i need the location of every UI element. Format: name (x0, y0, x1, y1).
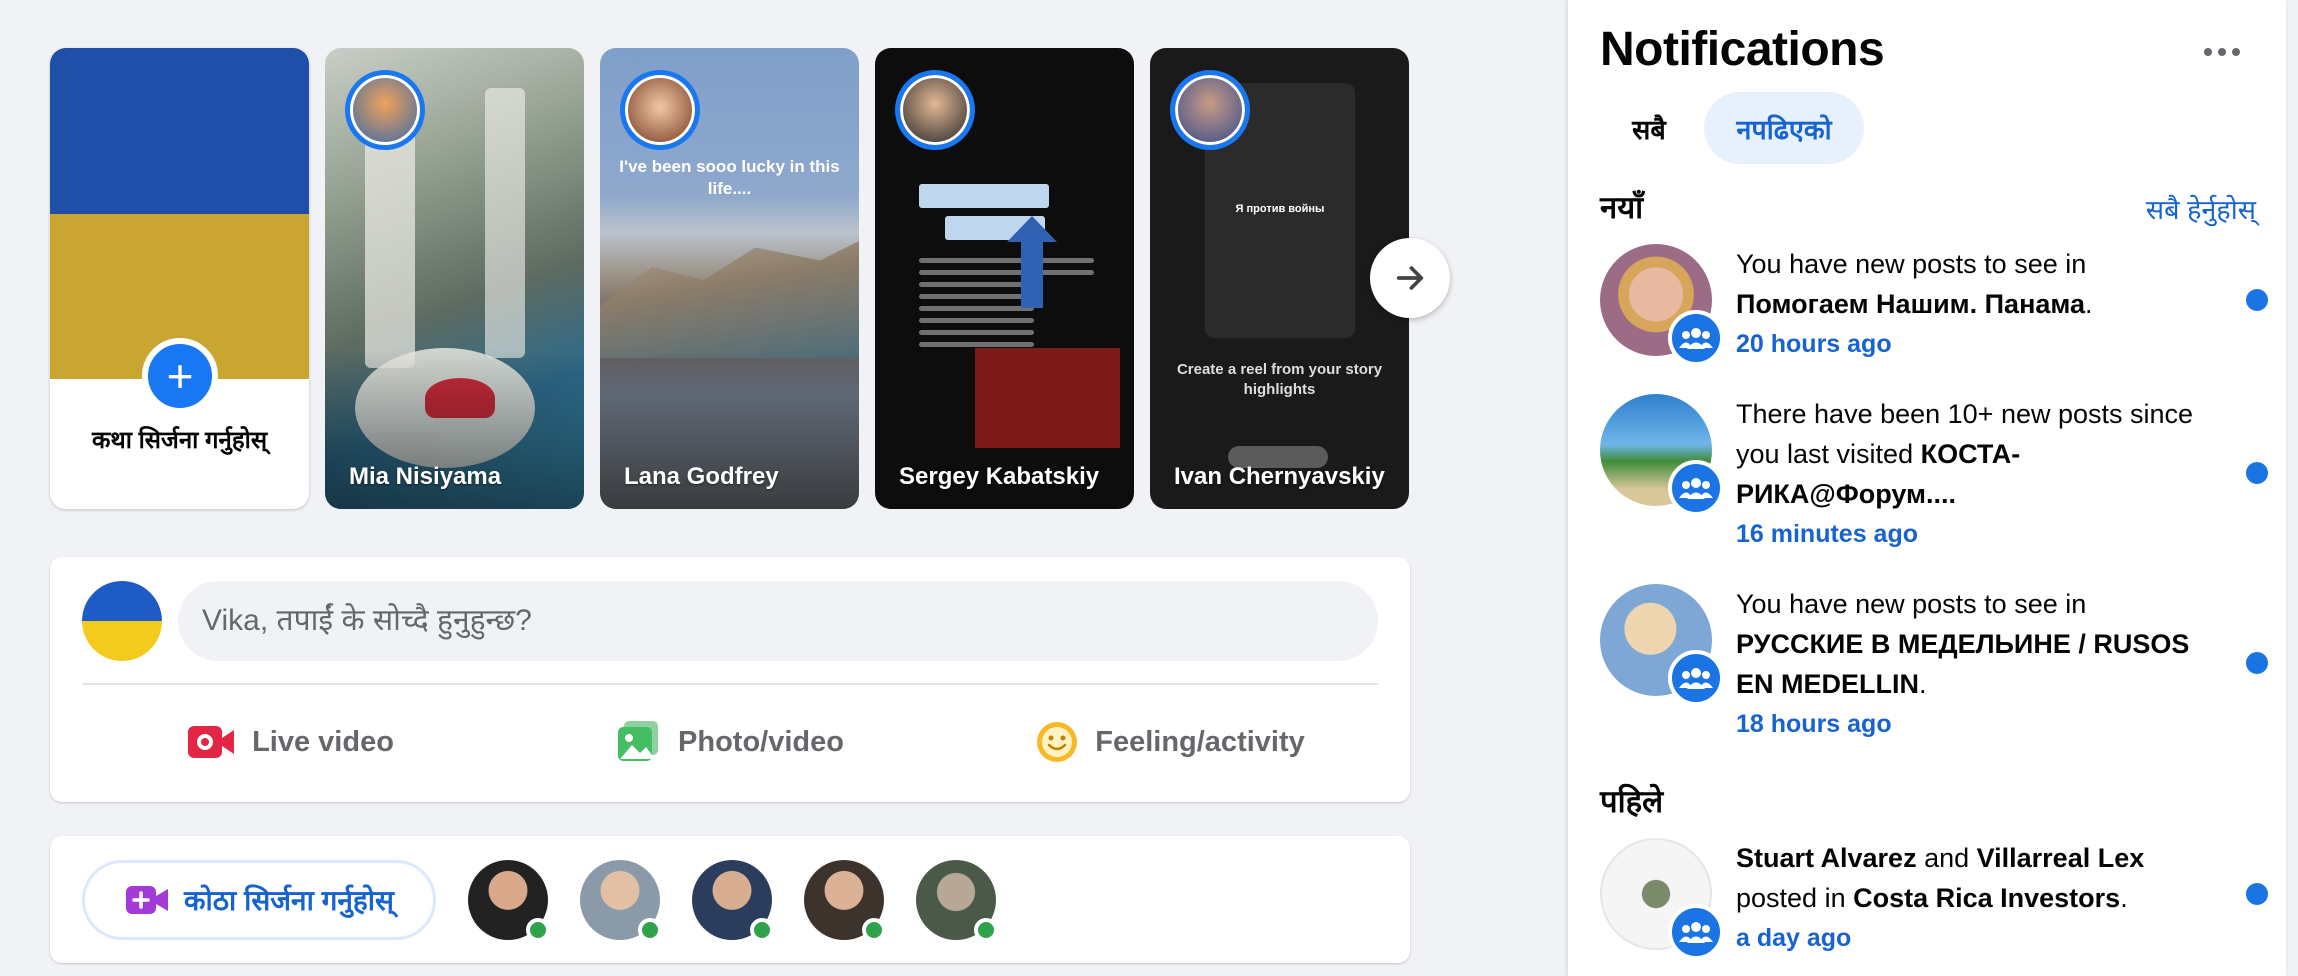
notification-item[interactable]: You have new posts to see in Помогаем На… (1600, 244, 2268, 374)
story-caption: I've been sooo lucky in this life.... (619, 157, 840, 198)
create-room-label: कोठा सिर्जना गर्नुहोस् (184, 885, 394, 916)
contact-avatar[interactable] (580, 860, 662, 942)
group-name: Помогаем Нашим. Панама (1736, 289, 2086, 319)
new-section-heading: नयाँ (1600, 190, 1644, 225)
group-icon (1668, 310, 1724, 366)
avatar[interactable] (82, 581, 162, 661)
notification-text: There have been 10+ new posts since you … (1736, 394, 2206, 554)
story-card[interactable]: I've been sooo lucky in this life.... La… (600, 48, 859, 509)
notification-time: a day ago (1736, 924, 1852, 952)
story-avatar (345, 70, 425, 150)
story-card[interactable]: Sergey Kabatskiy (875, 48, 1134, 509)
photo-video-button[interactable]: Photo/video (510, 697, 950, 787)
notification-item[interactable]: Stuart Alvarez and Villarreal Lex posted… (1600, 838, 2268, 968)
live-video-button[interactable]: Live video (70, 697, 510, 787)
create-room-button[interactable]: कोठा सिर्जना गर्नुहोस् (82, 860, 436, 940)
video-plus-icon (126, 886, 169, 914)
contact-avatar[interactable] (468, 860, 550, 942)
online-indicator (862, 918, 886, 942)
facebook-home: + कथा सिर्जना गर्नुहोस् Mia Nisiyama I'v… (0, 0, 2298, 976)
notification-text: You have new posts to see in РУССКИЕ В М… (1736, 584, 2206, 744)
notification-item[interactable]: There have been 10+ new posts since you … (1600, 394, 2268, 564)
panel-title: Notifications (1600, 23, 1885, 76)
create-story-card[interactable]: + कथा सिर्जना गर्नुहोस् (50, 48, 309, 509)
story-author-name: Lana Godfrey (624, 463, 779, 490)
notification-time: 18 hours ago (1736, 710, 1892, 738)
story-avatar (895, 70, 975, 150)
story-reel-text: Create a reel from your story highlights (1176, 361, 1383, 398)
group-icon (1668, 904, 1724, 960)
tab-all[interactable]: सबै (1594, 92, 1704, 164)
group-name: Costa Rica Investors (1853, 883, 2121, 913)
composer-actions: Live video Photo/video Feeling/activity (70, 697, 1390, 787)
story-avatar (620, 70, 700, 150)
unread-indicator (2246, 462, 2268, 484)
contact-avatar[interactable] (692, 860, 774, 942)
photo-icon (618, 721, 659, 761)
notification-text: Stuart Alvarez and Villarreal Lex posted… (1736, 838, 2206, 958)
more-options-icon[interactable] (2192, 30, 2252, 74)
unread-indicator (2246, 652, 2268, 674)
contact-avatar[interactable] (916, 860, 998, 942)
notifications-panel: Notifications सबै नपढिएको नयाँ सबै हेर्न… (1568, 0, 2286, 976)
story-author-name: Sergey Kabatskiy (899, 463, 1100, 490)
ukraine-flag-cover (50, 48, 309, 379)
create-story-label: कथा सिर्जना गर्नुहोस् (91, 427, 268, 454)
feeling-activity-label: Feeling/activity (1095, 725, 1305, 758)
story-author-name: Mia Nisiyama (349, 463, 502, 490)
live-video-icon (188, 726, 235, 758)
live-video-label: Live video (252, 725, 394, 758)
online-indicator (974, 918, 998, 942)
group-name: РУССКИЕ В МЕДЕЛЬИНЕ / RUSOS EN MEDELLIN (1736, 629, 2190, 699)
notification-time: 20 hours ago (1736, 330, 1892, 358)
next-stories-button[interactable] (1370, 238, 1450, 318)
plus-icon[interactable]: + (142, 338, 218, 414)
arrow-right-icon (1396, 266, 1424, 290)
story-author-name: Ivan Chernyavskiy (1174, 463, 1385, 490)
group-icon (1668, 650, 1724, 706)
story-phone-text: Я против войны (1235, 203, 1325, 215)
rooms-bar: कोठा सिर्जना गर्नुहोस् (50, 836, 1410, 963)
group-icon (1668, 460, 1724, 516)
online-indicator (638, 918, 662, 942)
notification-time: 16 minutes ago (1736, 520, 1918, 548)
contact-avatar[interactable] (804, 860, 886, 942)
see-all-link[interactable]: सबै हेर्नुहोस् (2146, 190, 2256, 227)
smiley-icon (1037, 722, 1078, 762)
whats-on-your-mind-input[interactable]: Vika, तपाईं के सोच्दै हुनुहुन्छ? (178, 581, 1378, 661)
divider (82, 683, 1378, 685)
post-composer: Vika, तपाईं के सोच्दै हुनुहुन्छ? Live vi… (50, 557, 1410, 802)
story-card[interactable]: Mia Nisiyama (325, 48, 584, 509)
photo-video-label: Photo/video (678, 725, 844, 758)
story-avatar (1170, 70, 1250, 150)
stories-strip: + कथा सिर्जना गर्नुहोस् Mia Nisiyama I'v… (50, 48, 1450, 509)
online-indicator (526, 918, 550, 942)
tab-unread[interactable]: नपढिएको (1704, 92, 1864, 164)
unread-indicator (2246, 289, 2268, 311)
unread-indicator (2246, 883, 2268, 905)
notification-item[interactable]: You have new posts to see in РУССКИЕ В М… (1600, 584, 2268, 754)
feeling-activity-button[interactable]: Feeling/activity (950, 697, 1390, 787)
notification-text: You have new posts to see in Помогаем На… (1736, 244, 2206, 364)
earlier-section-heading: पहिले (1600, 784, 1664, 819)
online-indicator (750, 918, 774, 942)
